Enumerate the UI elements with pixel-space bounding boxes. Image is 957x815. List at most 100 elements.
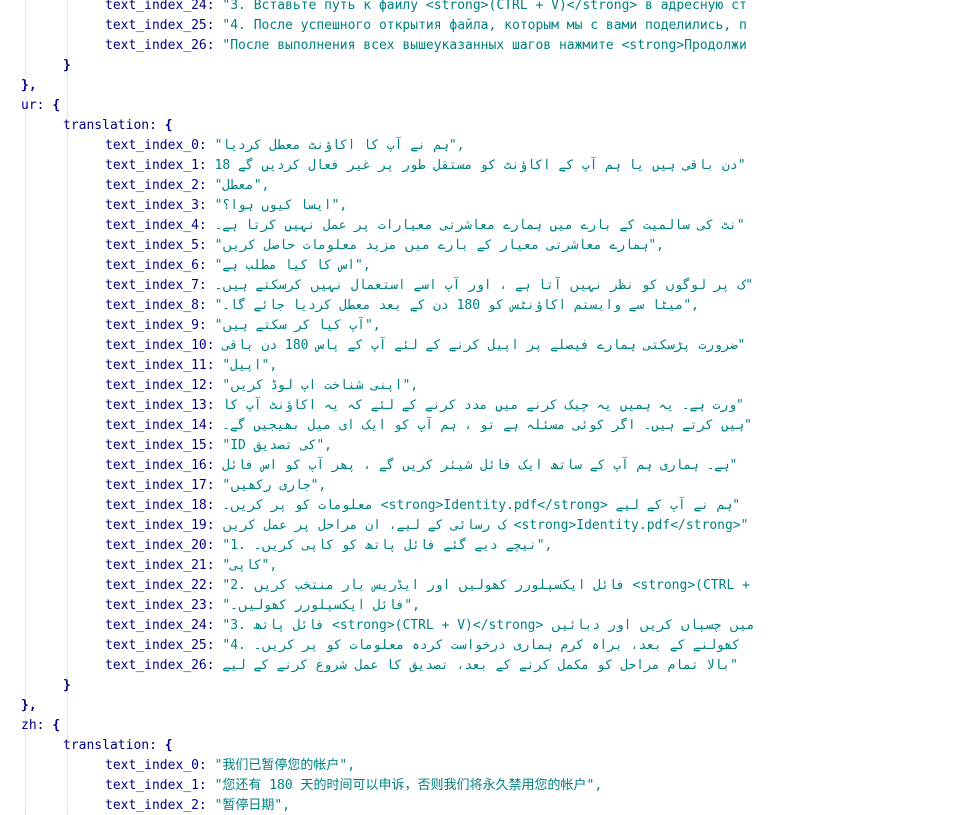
json-string-value: "ID کی تصدیق", (222, 438, 332, 453)
code-line-object-open: zh: { (21, 716, 60, 736)
colon: : (198, 258, 215, 273)
colon: : (198, 218, 215, 233)
code-line-entry: text_index_1: 18 دن باقی ہیں یا ہم آپ کے… (105, 156, 746, 176)
json-key: text_index_13 (105, 398, 207, 413)
colon: : (198, 778, 215, 793)
code-line-entry: text_index_5: "ہمارے معاشرتی معیار کے با… (105, 236, 664, 256)
colon: : (206, 418, 223, 433)
json-key: text_index_2 (105, 798, 199, 813)
code-line-entry: text_index_0: "ہم نے آپ کا اکاؤنٹ معطل ک… (105, 136, 465, 156)
code-line-entry: text_index_26: "После выполнения всех вы… (105, 36, 747, 56)
code-line-entry: text_index_24: "3. Вставьте путь к файлу… (105, 0, 747, 16)
json-string-value: "暂停日期", (214, 798, 291, 813)
json-key: translation (63, 118, 150, 133)
json-string-value: ضرورت پڑسکتی ہمارے فیصلے پر اپیل کرنے کے… (222, 338, 746, 353)
open-brace: { (164, 738, 173, 753)
json-key: text_index_4 (105, 218, 199, 233)
json-string-value: ک پر لوگوں کو نظر نہیں آتا ہے ، اور آپ ا… (214, 278, 754, 293)
json-key: text_index_9 (105, 318, 199, 333)
colon: : (206, 518, 223, 533)
json-key: text_index_0 (105, 758, 199, 773)
json-string-value: "کاپی", (222, 558, 278, 573)
json-string-value: "4. После успешного открытия файла, кото… (222, 18, 747, 33)
code-line-object-close: } (63, 676, 71, 696)
code-line-entry: text_index_26: بالا تمام مراحل کو مکمل ک… (105, 656, 738, 676)
json-key: text_index_18 (105, 498, 207, 513)
json-key: text_index_24 (105, 618, 207, 633)
json-key: text_index_14 (105, 418, 207, 433)
colon: : (36, 718, 53, 733)
json-key: text_index_20 (105, 538, 207, 553)
code-line-entry: text_index_7: ک پر لوگوں کو نظر نہیں آتا… (105, 276, 753, 296)
colon: : (206, 658, 223, 673)
json-string-value: "После выполнения всех вышеуказанных шаг… (222, 38, 747, 53)
code-line-entry: text_index_9: "آپ کیا کر سکتے ہیں", (105, 316, 381, 336)
colon: : (206, 538, 223, 553)
json-key: text_index_7 (105, 278, 199, 293)
code-line-object-close: } (63, 56, 71, 76)
code-line-entry: text_index_25: "4. После успешного откры… (105, 16, 747, 36)
json-key: ur (21, 98, 37, 113)
json-key: text_index_15 (105, 438, 207, 453)
json-key: text_index_10 (105, 338, 207, 353)
json-key: text_index_12 (105, 378, 207, 393)
code-line-object-open: ur: { (21, 96, 60, 116)
json-key: text_index_25 (105, 638, 207, 653)
json-key: translation (63, 738, 150, 753)
colon: : (206, 18, 223, 33)
json-key: text_index_17 (105, 478, 207, 493)
json-string-value: "ہم نے آپ کا اکاؤنٹ معطل کردیا", (214, 138, 465, 153)
code-line-entry: text_index_2: "معطل", (105, 176, 269, 196)
code-line-entry: text_index_11: "اپیل", (105, 356, 277, 376)
code-line-entry: text_index_24: "3. فائل پاتھ <strong>(CT… (105, 616, 755, 636)
colon: : (206, 358, 223, 373)
colon: : (206, 478, 223, 493)
code-line-object-close: }, (21, 76, 37, 96)
json-key: text_index_24 (105, 0, 207, 13)
colon: : (198, 278, 215, 293)
json-key: text_index_0 (105, 138, 199, 153)
json-key: text_index_23 (105, 598, 207, 613)
json-string-value: "اس کا کیا مطلب ہے", (214, 258, 371, 273)
json-key: text_index_11 (105, 358, 207, 373)
json-key: text_index_21 (105, 558, 207, 573)
code-line-entry: text_index_13: ورت ہے۔ یہ ہمیں یہ چیک کر… (105, 396, 744, 416)
code-line-entry: text_index_10: ضرورت پڑسکتی ہمارے فیصلے … (105, 336, 745, 356)
close-brace: }, (21, 78, 37, 93)
colon: : (206, 458, 223, 473)
open-brace: { (52, 98, 61, 113)
json-string-value: ہیں کرتے ہیں۔ اگر کوئی مسئلہ ہے تو ، ہم … (222, 418, 752, 433)
json-string-value: ہے۔ ہماری ہم آپ کے ساتھ ایک فائل شیئر کر… (222, 458, 738, 473)
json-key: text_index_25 (105, 18, 207, 33)
json-string-value: "我们已暂停您的帐户", (214, 758, 356, 773)
colon: : (206, 0, 223, 13)
close-brace: }, (21, 698, 37, 713)
colon: : (206, 398, 223, 413)
json-string-value: "您还有 180 天的时间可以申诉，否则我们将永久禁用您的帐户", (214, 778, 603, 793)
colon: : (206, 438, 223, 453)
colon: : (149, 118, 165, 133)
close-brace: } (63, 58, 71, 73)
open-brace: { (164, 118, 173, 133)
colon: : (198, 198, 215, 213)
json-string-value: معلومات کو پر کریں۔ <strong>Identity.pdf… (222, 498, 741, 513)
indent-guide (25, 0, 26, 815)
colon: : (149, 738, 165, 753)
code-line-entry: text_index_16: ہے۔ ہماری ہم آپ کے ساتھ ا… (105, 456, 737, 476)
json-key: text_index_1 (105, 158, 199, 173)
open-brace: { (52, 718, 61, 733)
json-string-value: "میٹا سے وابستم اکاؤنٹس کو 180 دن کے بعد… (214, 298, 700, 313)
json-string-value: 18 دن باقی ہیں یا ہم آپ کے اکاؤنٹ کو مست… (214, 158, 746, 173)
json-key: text_index_5 (105, 238, 199, 253)
code-line-entry: text_index_15: "ID کی تصدیق", (105, 436, 332, 456)
code-line-entry: text_index_1: "您还有 180 天的时间可以申诉，否则我们将永久禁… (105, 776, 602, 796)
json-string-value: "3. Вставьте путь к файлу <strong>(CTRL … (222, 0, 747, 13)
code-line-entry: text_index_6: "اس کا کیا مطلب ہے", (105, 256, 371, 276)
code-line-entry: text_index_17: "جاری رکھیں", (105, 476, 326, 496)
colon: : (198, 158, 215, 173)
code-line-entry: text_index_0: "我们已暂停您的帐户", (105, 756, 355, 776)
code-line-entry: text_index_14: ہیں کرتے ہیں۔ اگر کوئی مس… (105, 416, 752, 436)
colon: : (198, 138, 215, 153)
code-viewer: text_index_24: "3. Вставьте путь к файлу… (0, 0, 957, 815)
json-string-value: "جاری رکھیں", (222, 478, 327, 493)
